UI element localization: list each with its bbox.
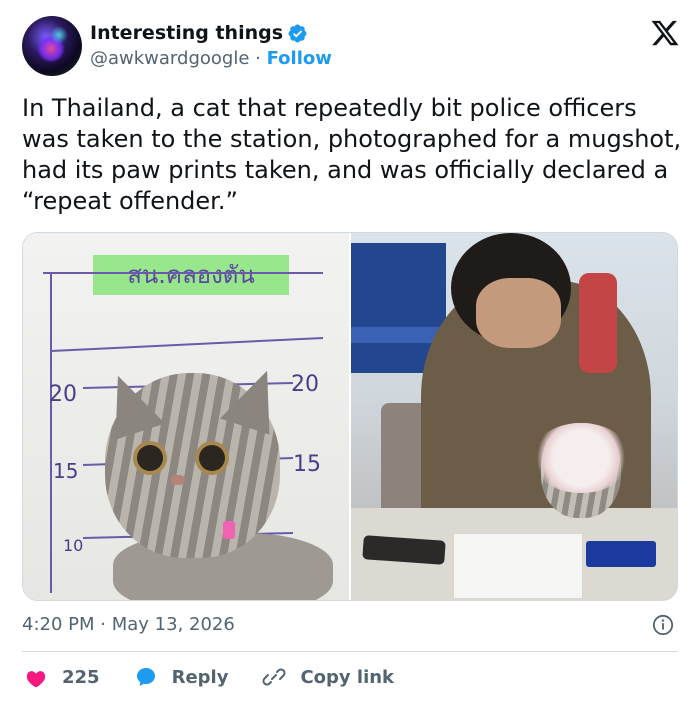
handle-separator: · — [255, 48, 261, 69]
author-handle-row: @awkwardgoogle · Follow — [90, 48, 332, 69]
cone-collar — [531, 423, 631, 493]
collar-tag — [223, 521, 235, 539]
shoulder-cord — [579, 273, 617, 373]
tweet-media[interactable]: สน.คลองตัน 20 20 15 15 10 — [22, 232, 678, 601]
tweet-text: In Thailand, a cat that repeatedly bit p… — [22, 94, 682, 215]
tweet-date: May 13, 2026 — [111, 614, 235, 635]
height-mark-10-left: 10 — [63, 536, 83, 555]
cat-eye-left — [137, 445, 163, 471]
link-icon — [262, 668, 286, 686]
action-bar: 225 Reply Copy link — [24, 662, 428, 692]
author-name-row: Interesting things — [90, 22, 308, 44]
date-separator: · — [100, 614, 106, 635]
mugshot-photo[interactable]: สน.คลองตัน 20 20 15 15 10 — [23, 233, 349, 600]
reply-button[interactable]: Reply — [134, 665, 229, 689]
cat-nose — [171, 475, 185, 485]
height-mark-15-left: 15 — [53, 459, 78, 483]
x-logo-icon[interactable] — [650, 18, 680, 48]
info-icon[interactable] — [652, 614, 674, 636]
like-button[interactable]: 225 — [24, 665, 100, 689]
copy-link-button[interactable]: Copy link — [262, 665, 394, 689]
height-mark-20-right: 20 — [291, 372, 319, 397]
reply-label: Reply — [171, 666, 229, 688]
verified-badge-icon — [288, 24, 307, 42]
author-handle[interactable]: @awkwardgoogle — [90, 48, 249, 69]
author-avatar[interactable] — [22, 16, 82, 76]
like-count: 225 — [62, 666, 100, 688]
author-name[interactable]: Interesting things — [90, 22, 283, 44]
pawprint-photo[interactable] — [351, 233, 677, 600]
heart-icon — [26, 671, 46, 688]
tweet-timestamp[interactable]: 4:20 PM · May 13, 2026 — [22, 614, 235, 635]
ink-pad — [586, 541, 656, 567]
reply-bubble-icon — [136, 668, 155, 686]
height-mark-15-right: 15 — [293, 452, 321, 477]
pawprint-form — [453, 533, 583, 599]
copy-link-label: Copy link — [300, 666, 395, 688]
divider — [22, 651, 678, 652]
height-mark-20-left: 20 — [49, 382, 77, 407]
tweet-header: Interesting things @awkwardgoogle · Foll… — [22, 16, 682, 78]
officer-face — [476, 278, 561, 348]
cat-eye-right — [199, 445, 225, 471]
tweet-time: 4:20 PM — [22, 614, 95, 635]
follow-button[interactable]: Follow — [267, 48, 332, 69]
board-heading: สน.คลองตัน — [127, 261, 255, 289]
